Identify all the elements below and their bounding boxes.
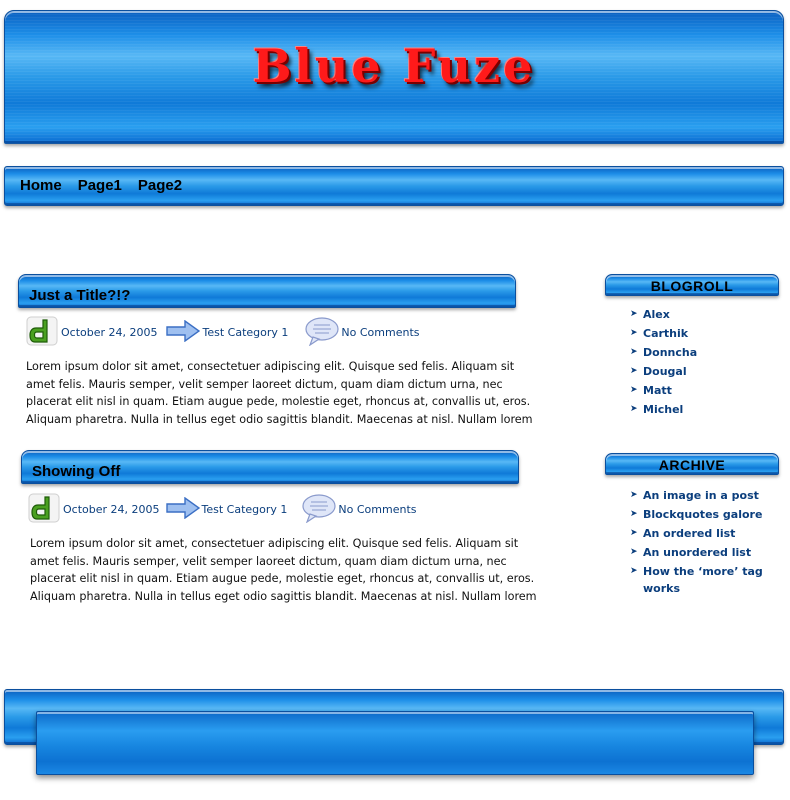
blogroll-link[interactable]: Michel: [643, 401, 683, 418]
nav-page2-link[interactable]: Page2: [138, 177, 182, 194]
blogroll-link[interactable]: Dougal: [643, 363, 687, 380]
list-item: ➤ An ordered list: [630, 525, 780, 542]
blogroll-link[interactable]: Carthik: [643, 325, 688, 342]
archive-link[interactable]: How the ‘more’ tag works: [643, 563, 763, 597]
post-meta: October 24, 2005 Test Category 1 No Comm…: [26, 316, 420, 349]
chevron-right-icon: ➤: [630, 309, 638, 319]
post-comments-link[interactable]: No Comments: [338, 503, 416, 516]
blogroll-link[interactable]: Donncha: [643, 344, 697, 361]
post-body: Lorem ipsum dolor sit amet, consectetuer…: [26, 360, 533, 426]
archive-link[interactable]: An image in a post: [643, 487, 759, 504]
list-item: ➤ Dougal: [630, 363, 780, 380]
archive-title: ARCHIVE: [658, 457, 726, 473]
chevron-right-icon: ➤: [630, 347, 638, 357]
chevron-right-icon: ➤: [630, 490, 638, 500]
blogroll-header: BLOGROLL: [605, 274, 779, 296]
list-item: ➤ Matt: [630, 382, 780, 399]
chevron-right-icon: ➤: [630, 509, 638, 519]
nav-home-link[interactable]: Home: [20, 177, 62, 194]
list-item: ➤ Donncha: [630, 344, 780, 361]
archive-link[interactable]: An unordered list: [643, 544, 751, 561]
post-title[interactable]: Just a Title?!?: [29, 287, 130, 304]
list-item: ➤ Michel: [630, 401, 780, 418]
chevron-right-icon: ➤: [630, 528, 638, 538]
post-body: Lorem ipsum dolor sit amet, consectetuer…: [30, 537, 537, 603]
blogroll-link[interactable]: Alex: [643, 306, 670, 323]
chevron-right-icon: ➤: [630, 328, 638, 338]
list-item: ➤ How the ‘more’ tag works: [630, 563, 780, 597]
post-meta: October 24, 2005 Test Category 1 No Comm…: [28, 493, 417, 526]
post-date: October 24, 2005: [63, 503, 160, 516]
list-item: ➤ Carthik: [630, 325, 780, 342]
d-logo-icon: [28, 493, 60, 526]
archive-link[interactable]: An ordered list: [643, 525, 735, 542]
d-logo-icon: [26, 316, 58, 349]
site-header: Blue Fuze: [4, 10, 784, 145]
post-date: October 24, 2005: [61, 326, 158, 339]
list-item: ➤ Alex: [630, 306, 780, 323]
list-item: ➤ Blockquotes galore: [630, 506, 780, 523]
blogroll-list: ➤ Alex ➤ Carthik ➤ Donncha ➤ Dougal ➤ Matt ➤ M…: [630, 306, 780, 420]
post-title-bar: Showing Off: [21, 450, 519, 484]
speech-bubble-icon: [304, 316, 340, 349]
post-title-bar: Just a Title?!?: [18, 274, 516, 308]
speech-bubble-icon: [301, 493, 337, 526]
footer-panel: [36, 711, 754, 775]
chevron-right-icon: ➤: [630, 547, 638, 557]
blogroll-link[interactable]: Matt: [643, 382, 672, 399]
chevron-right-icon: ➤: [630, 366, 638, 376]
nav-menu: Home Page1 Page2: [20, 177, 182, 194]
post-title[interactable]: Showing Off: [32, 463, 120, 480]
arrow-right-icon: [165, 319, 200, 345]
archive-list: ➤ An image in a post ➤ Blockquotes galore …: [630, 487, 780, 599]
post-comments-link[interactable]: No Comments: [341, 326, 419, 339]
chevron-right-icon: ➤: [630, 404, 638, 414]
site-title[interactable]: Blue Fuze: [5, 39, 783, 93]
post-category-link[interactable]: Test Category 1: [203, 326, 289, 339]
blogroll-title: BLOGROLL: [650, 278, 734, 294]
chevron-right-icon: ➤: [630, 566, 638, 576]
archive-link[interactable]: Blockquotes galore: [643, 506, 762, 523]
list-item: ➤ An image in a post: [630, 487, 780, 504]
list-item: ➤ An unordered list: [630, 544, 780, 561]
nav-page1-link[interactable]: Page1: [78, 177, 122, 194]
navigation-bar: Home Page1 Page2: [4, 166, 784, 206]
post-category-link[interactable]: Test Category 1: [202, 503, 288, 516]
archive-header: ARCHIVE: [605, 453, 779, 475]
chevron-right-icon: ➤: [630, 385, 638, 395]
arrow-right-icon: [165, 496, 200, 522]
